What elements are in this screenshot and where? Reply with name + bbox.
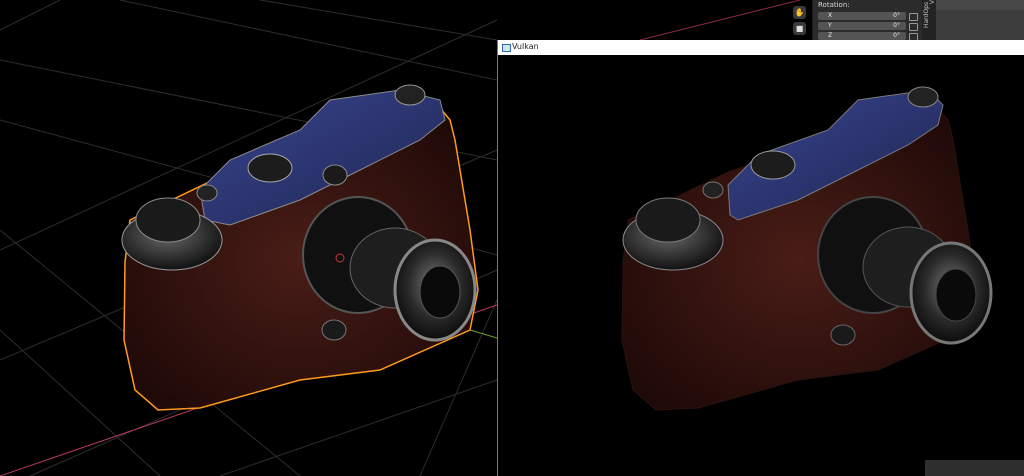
rotation-heading: Rotation:: [818, 1, 850, 9]
right-editor-area: [936, 0, 1024, 40]
rotation-y-field[interactable]: Y 0°: [818, 22, 906, 30]
viewport-navigation-tools: ✋ ■: [786, 0, 812, 40]
app-icon: [502, 44, 511, 52]
lock-x-icon[interactable]: [909, 13, 918, 21]
bottom-status-strip: [925, 460, 1024, 476]
axis-value: 0°: [893, 22, 900, 29]
camera-model-selected[interactable]: [121, 84, 479, 411]
axis-value: 0°: [893, 12, 900, 19]
hand-pan-icon[interactable]: ✋: [793, 6, 806, 19]
axis-label: Z: [828, 32, 833, 39]
camera-model-render: [621, 86, 993, 411]
tab-v[interactable]: V: [929, 0, 936, 4]
sidebar-tabs: HardOps V: [922, 0, 936, 40]
axis-value: 0°: [893, 32, 900, 39]
window-titlebar[interactable]: Vulkan: [498, 40, 1024, 55]
right-editor-header: [936, 0, 1024, 10]
axis-label: X: [828, 12, 833, 19]
lock-y-icon[interactable]: [909, 23, 918, 31]
camera-view-icon[interactable]: ■: [793, 22, 806, 35]
x-axis-line-far: [639, 0, 801, 41]
rotation-x-field[interactable]: X 0°: [818, 12, 906, 20]
properties-panel: Rotation: X 0° Y 0° Z 0°: [812, 0, 923, 41]
rotation-z-field[interactable]: Z 0°: [818, 32, 906, 40]
window-title: Vulkan: [512, 42, 539, 51]
tab-hardops[interactable]: HardOps: [923, 2, 930, 28]
axis-label: Y: [828, 22, 832, 29]
vulkan-render-canvas: [621, 86, 993, 411]
vulkan-window[interactable]: Vulkan: [497, 40, 1024, 476]
